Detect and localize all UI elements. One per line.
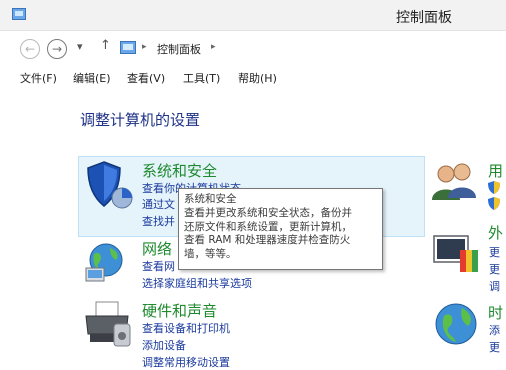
menu-bar: 文件(F) 编辑(E) 查看(V) 工具(T) 帮助(H) <box>0 66 506 88</box>
link-find-and-fix[interactable]: 查找并 <box>142 213 175 229</box>
link-homegroup-sharing[interactable]: 选择家庭组和共享选项 <box>142 275 252 291</box>
recent-locations-dropdown-icon[interactable]: ▾ <box>77 40 83 53</box>
link-appearance-1[interactable]: 更 <box>489 244 500 260</box>
menu-help[interactable]: 帮助(H) <box>238 70 277 86</box>
tooltip-line: 还原文件和系统设置，更新计算机， <box>184 220 352 233</box>
link-clock-2[interactable]: 更 <box>489 339 500 355</box>
link-backup-files[interactable]: 通过文 <box>142 196 175 212</box>
link-add-device[interactable]: 添加设备 <box>142 337 186 353</box>
link-adjust-mobility-settings[interactable]: 调整常用移动设置 <box>142 354 230 370</box>
tooltip-line: 墙，等等。 <box>184 248 237 261</box>
link-appearance-2[interactable]: 更 <box>489 261 500 277</box>
network-globe-icon <box>85 243 123 282</box>
shield-icon <box>87 161 133 209</box>
title-bar: 控制面板 <box>0 0 506 31</box>
category-title-appearance[interactable]: 外 <box>488 222 503 243</box>
system-security-tooltip: 系统和安全 查看并更改系统和安全状态，备份并 还原文件和系统设置，更新计算机， … <box>178 188 383 270</box>
menu-edit[interactable]: 编辑(E) <box>73 70 111 86</box>
menu-view[interactable]: 查看(V) <box>127 70 165 86</box>
tooltip-line: 查看 RAM 和处理器速度并检查防火 <box>184 234 351 247</box>
link-devices-printers[interactable]: 查看设备和打印机 <box>142 320 230 336</box>
control-panel-app-icon[interactable] <box>12 8 26 20</box>
back-button[interactable]: ← <box>20 39 40 59</box>
appearance-icon <box>433 235 478 272</box>
user-accounts-icon <box>432 163 476 200</box>
tooltip-line: 查看并更改系统和安全状态，备份并 <box>184 206 352 219</box>
breadcrumb-separator[interactable]: ▸ <box>211 42 216 52</box>
link-clock-1[interactable]: 添 <box>489 322 500 338</box>
clock-globe-icon <box>435 303 477 345</box>
menu-file[interactable]: 文件(F) <box>20 70 57 86</box>
user-accounts-shield-icons <box>488 181 500 210</box>
category-title-clock[interactable]: 时 <box>488 302 503 323</box>
category-title-hardware-sound[interactable]: 硬件和声音 <box>142 300 217 321</box>
breadcrumb-control-panel[interactable]: 控制面板 <box>157 41 201 57</box>
up-arrow-icon[interactable]: ↑ <box>100 38 111 53</box>
address-control-panel-icon <box>120 41 136 54</box>
link-appearance-3[interactable]: 调 <box>489 278 500 294</box>
page-heading: 调整计算机的设置 <box>80 111 201 129</box>
tooltip-line: 系统和安全 <box>184 193 237 205</box>
window-title: 控制面板 <box>396 10 452 26</box>
category-title-system-security[interactable]: 系统和安全 <box>142 160 217 181</box>
category-title-user-accounts[interactable]: 用 <box>488 160 503 181</box>
navigation-bar: ← → ▾ ↑ ▸ 控制面板 ▸ <box>0 31 506 65</box>
category-title-network[interactable]: 网络 <box>142 238 172 259</box>
forward-button[interactable]: → <box>47 39 67 59</box>
link-view-network-status[interactable]: 查看网 <box>142 258 175 274</box>
breadcrumb-separator[interactable]: ▸ <box>142 42 147 52</box>
menu-tools[interactable]: 工具(T) <box>183 70 220 86</box>
printer-icon <box>85 301 131 347</box>
